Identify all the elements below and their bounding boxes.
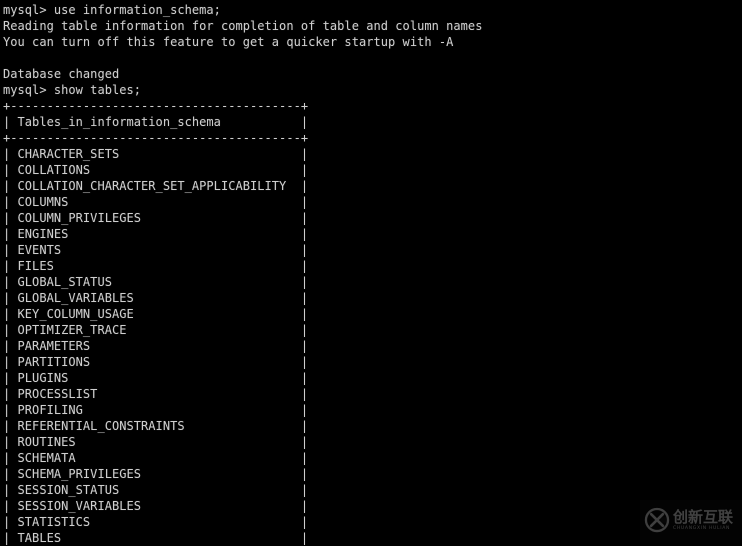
terminal-window[interactable]: mysql> use information_schema; Reading t… (0, 0, 742, 546)
table-row: | TABLES | (3, 531, 309, 545)
table-row: | STATISTICS | (3, 515, 309, 529)
terminal-line-status-database-changed: Database changed (3, 67, 120, 81)
table-row: | COLLATIONS | (3, 163, 309, 177)
table-row: | PARAMETERS | (3, 339, 309, 353)
terminal-line-notice-2: You can turn off this feature to get a q… (3, 35, 454, 49)
table-row: | ENGINES | (3, 227, 309, 241)
table-border-top: +---------------------------------------… (3, 99, 309, 113)
table-row: | CHARACTER_SETS | (3, 147, 309, 161)
table-row: | KEY_COLUMN_USAGE | (3, 307, 309, 321)
table-border-middle: +---------------------------------------… (3, 131, 309, 145)
terminal-line-command-show-tables: mysql> show tables; (3, 83, 142, 97)
table-row: | PARTITIONS | (3, 355, 309, 369)
table-row: | GLOBAL_VARIABLES | (3, 291, 309, 305)
terminal-line-notice-1: Reading table information for completion… (3, 19, 483, 33)
table-row: | EVENTS | (3, 243, 309, 257)
table-row: | SCHEMATA | (3, 451, 309, 465)
table-row: | PROFILING | (3, 403, 309, 417)
table-row: | SESSION_STATUS | (3, 483, 309, 497)
table-row: | OPTIMIZER_TRACE | (3, 323, 309, 337)
table-row: | FILES | (3, 259, 309, 273)
table-rows-container: | CHARACTER_SETS | | COLLATIONS | | COLLAT… (3, 146, 742, 546)
terminal-line-command-use: mysql> use information_schema; (3, 3, 221, 17)
table-row: | PROCESSLIST | (3, 387, 309, 401)
table-row: | COLLATION_CHARACTER_SET_APPLICABILITY … (3, 179, 309, 193)
table-row: | SESSION_VARIABLES | (3, 499, 309, 513)
table-row: | SCHEMA_PRIVILEGES | (3, 467, 309, 481)
table-row: | COLUMNS | (3, 195, 309, 209)
table-row: | GLOBAL_STATUS | (3, 275, 309, 289)
table-row: | PLUGINS | (3, 371, 309, 385)
table-row: | REFERENTIAL_CONSTRAINTS | (3, 419, 309, 433)
table-row: | ROUTINES | (3, 435, 309, 449)
table-header-row: | Tables_in_information_schema | (3, 115, 309, 129)
table-row: | COLUMN_PRIVILEGES | (3, 211, 309, 225)
